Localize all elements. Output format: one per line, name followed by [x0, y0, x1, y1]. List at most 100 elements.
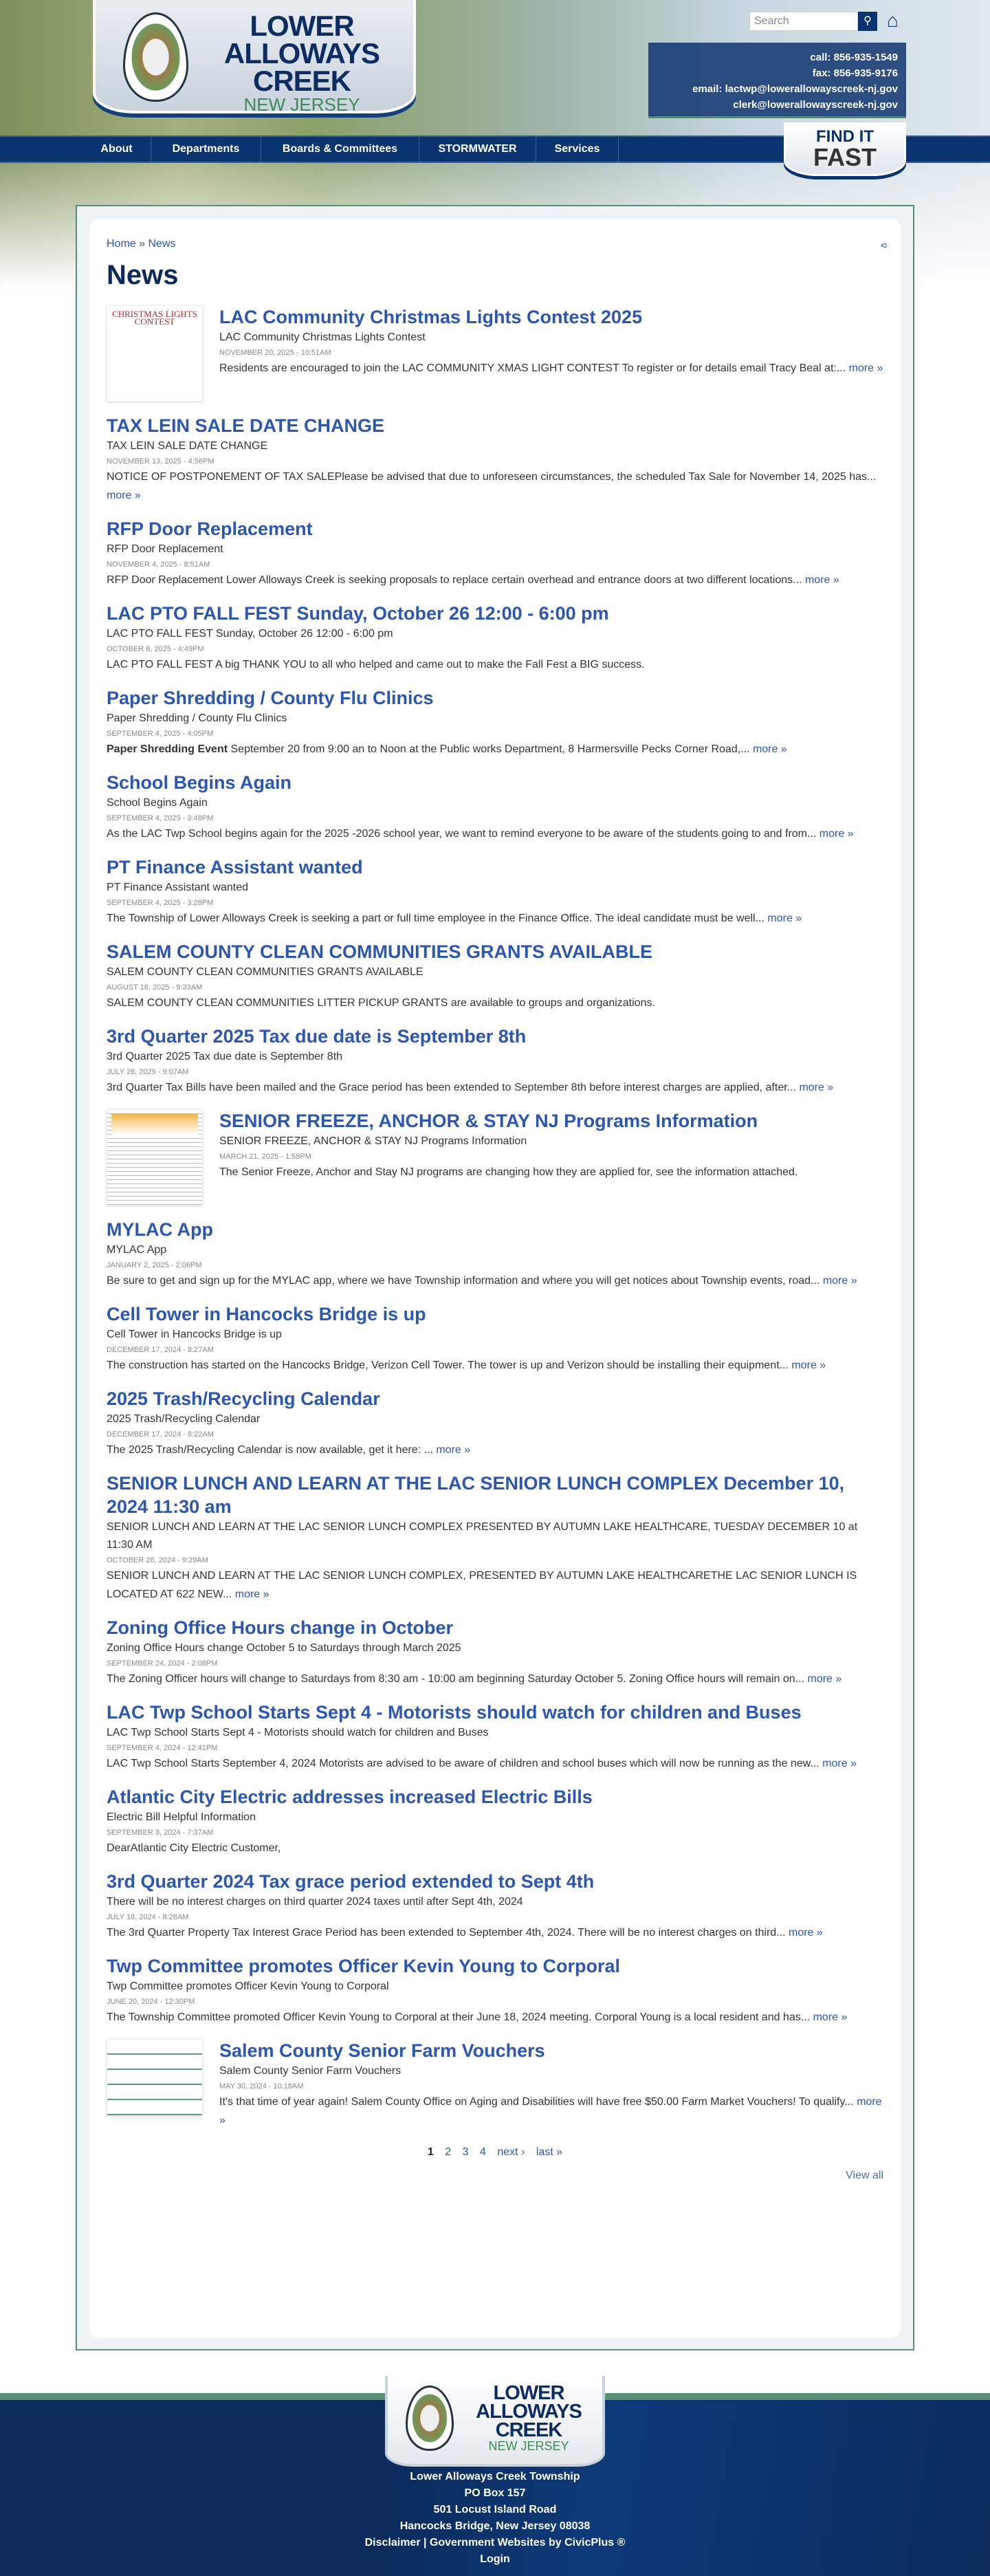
- news-thumbnail[interactable]: [107, 1109, 203, 1205]
- search-button[interactable]: ⚲: [858, 12, 877, 31]
- news-title-link[interactable]: Paper Shredding / County Flu Clinics: [107, 686, 883, 710]
- news-subtitle: Paper Shredding / County Flu Clinics: [107, 712, 287, 724]
- news-summary-bold: Paper Shredding Event: [107, 743, 228, 755]
- site-logo[interactable]: LOWER ALLOWAYS CREEK NEW JERSEY: [93, 0, 416, 113]
- news-item: LAC Twp School Starts Sept 4 - Motorists…: [107, 1701, 883, 1773]
- news-title-link[interactable]: Atlantic City Electric addresses increas…: [107, 1785, 883, 1809]
- logo-line: CREEK: [252, 65, 351, 97]
- news-date: November 20, 2025 - 10:51AM: [219, 349, 331, 357]
- news-summary: The construction has started on the Hanc…: [107, 1356, 883, 1375]
- logo-line: LOWER: [493, 2382, 565, 2404]
- news-summary: The Zoning Officer hours will change to …: [107, 1670, 883, 1688]
- news-item: RFP Door Replacement RFP Door Replacement…: [107, 517, 883, 589]
- footer-line: Lower Alloways Creek Township: [410, 2471, 580, 2482]
- read-more-link[interactable]: more »: [820, 828, 854, 840]
- news-title-link[interactable]: LAC PTO FALL FEST Sunday, October 26 12:…: [107, 602, 883, 625]
- nav-boards-committees[interactable]: Boards & Committees: [261, 137, 419, 162]
- nav-about[interactable]: About: [82, 137, 151, 162]
- news-title-link[interactable]: SENIOR LUNCH AND LEARN AT THE LAC SENIOR…: [107, 1472, 883, 1518]
- logo-line: ALLOWAYS: [476, 2401, 582, 2423]
- news-date: August 18, 2025 - 9:33AM: [107, 983, 203, 992]
- contact-email[interactable]: email: lactwp@lowerallowayscreek-nj.gov: [657, 81, 898, 97]
- contact-phone[interactable]: call: 856-935-1549: [657, 50, 898, 65]
- civicplus-link[interactable]: Government Websites by CivicPlus ®: [430, 2537, 625, 2548]
- last-page[interactable]: last »: [536, 2146, 562, 2158]
- news-subtitle: Twp Committee promotes Officer Kevin You…: [107, 1980, 389, 1992]
- content-card: Home » News ⪦ News CHRISTMAS LIGHTS CONT…: [76, 205, 914, 2350]
- news-title-link[interactable]: PT Finance Assistant wanted: [107, 855, 883, 879]
- news-title-link[interactable]: MYLAC App: [107, 1218, 883, 1241]
- news-item: Paper Shredding / County Flu Clinics Pape…: [107, 686, 883, 758]
- read-more-link[interactable]: more »: [799, 1082, 833, 1093]
- news-title-link[interactable]: SALEM COUNTY CLEAN COMMUNITIES GRANTS AV…: [107, 940, 883, 963]
- news-date: December 17, 2024 - 8:27AM: [107, 1346, 214, 1354]
- news-summary: The Township Committee promoted Officer …: [107, 2008, 883, 2027]
- find-it-fast-button[interactable]: FIND IT FAST: [784, 122, 906, 176]
- news-date: January 2, 2025 - 2:06PM: [107, 1261, 202, 1269]
- logo-state: NEW JERSEY: [243, 94, 360, 115]
- breadcrumb-home[interactable]: Home: [107, 238, 136, 250]
- footer-sep: |: [420, 2537, 430, 2548]
- news-subtitle: LAC Community Christmas Lights Contest: [219, 331, 426, 343]
- disclaimer-link[interactable]: Disclaimer: [365, 2537, 421, 2548]
- read-more-link[interactable]: more »: [436, 1444, 470, 1456]
- news-title-link[interactable]: 2025 Trash/Recycling Calendar: [107, 1387, 883, 1410]
- news-title-link[interactable]: Twp Committee promotes Officer Kevin You…: [107, 1954, 883, 1978]
- news-title-link[interactable]: School Begins Again: [107, 771, 883, 794]
- news-subtitle: RFP Door Replacement: [107, 543, 223, 555]
- share-icon[interactable]: ⪦: [881, 239, 887, 252]
- news-item: TAX LEIN SALE DATE CHANGE TAX LEIN SALE D…: [107, 414, 883, 505]
- read-more-link[interactable]: more »: [805, 574, 839, 586]
- news-title-link[interactable]: LAC Twp School Starts Sept 4 - Motorists…: [107, 1701, 883, 1724]
- read-more-link[interactable]: more »: [789, 1927, 823, 1939]
- read-more-link[interactable]: more »: [808, 1673, 842, 1685]
- news-thumbnail[interactable]: [107, 2039, 203, 2116]
- footer-logo[interactable]: LOWER ALLOWAYS CREEK NEW JERSEY: [385, 2376, 605, 2467]
- logo-line: LOWER: [250, 10, 354, 42]
- news-date: September 4, 2025 - 4:05PM: [107, 730, 214, 738]
- footer-address: Lower Alloways Creek Township PO Box 157…: [0, 2469, 990, 2568]
- breadcrumb-current[interactable]: News: [148, 238, 175, 250]
- read-more-link[interactable]: more »: [767, 913, 802, 924]
- read-more-link[interactable]: more »: [235, 1589, 270, 1600]
- news-title-link[interactable]: LAC Community Christmas Lights Contest 2…: [219, 305, 883, 329]
- page-3[interactable]: 3: [463, 2146, 469, 2158]
- news-summary: LAC Twp School Starts September 4, 2024 …: [107, 1754, 883, 1773]
- footer-line: PO Box 157: [464, 2487, 526, 2499]
- read-more-link[interactable]: more »: [753, 743, 787, 755]
- page-1[interactable]: 1: [428, 2146, 434, 2158]
- nav-services[interactable]: Services: [536, 137, 619, 162]
- news-summary: Paper Shredding Event September 20 from …: [107, 740, 883, 758]
- news-thumbnail[interactable]: CHRISTMAS LIGHTS CONTEST: [107, 305, 203, 402]
- contact-clerk-email[interactable]: clerk@lowerallowayscreek-nj.gov: [657, 97, 898, 113]
- news-summary: As the LAC Twp School begins again for t…: [107, 825, 883, 843]
- home-icon[interactable]: ⌂: [887, 10, 908, 31]
- view-all-link[interactable]: View all: [107, 2170, 883, 2182]
- read-more-link[interactable]: more »: [107, 490, 141, 501]
- news-title-link[interactable]: RFP Door Replacement: [107, 517, 883, 541]
- read-more-link[interactable]: more »: [822, 1758, 857, 1769]
- news-title-link[interactable]: Salem County Senior Farm Vouchers: [219, 2039, 883, 2062]
- find-it-fast-label: FAST: [813, 143, 877, 171]
- news-title-link[interactable]: Cell Tower in Hancocks Bridge is up: [107, 1302, 883, 1326]
- page-4[interactable]: 4: [480, 2146, 486, 2158]
- news-title-link[interactable]: 3rd Quarter 2025 Tax due date is Septemb…: [107, 1025, 883, 1048]
- search-input[interactable]: Search: [749, 12, 858, 31]
- read-more-link[interactable]: more »: [813, 2011, 848, 2023]
- nav-departments[interactable]: Departments: [151, 137, 261, 162]
- page-2[interactable]: 2: [445, 2146, 451, 2158]
- news-title-link[interactable]: SENIOR FREEZE, ANCHOR & STAY NJ Programs…: [219, 1109, 883, 1133]
- read-more-link[interactable]: more »: [791, 1360, 826, 1371]
- news-subtitle: Electric Bill Helpful Information: [107, 1811, 256, 1823]
- read-more-link[interactable]: more »: [849, 362, 883, 374]
- read-more-link[interactable]: more »: [823, 1275, 857, 1287]
- news-date: July 28, 2025 - 9:07AM: [107, 1068, 189, 1076]
- nav-stormwater[interactable]: STORMWATER: [419, 137, 536, 162]
- login-link[interactable]: Login: [480, 2553, 510, 2565]
- next-page[interactable]: next ›: [497, 2146, 525, 2158]
- news-summary-text: 3rd Quarter Tax Bills have been mailed a…: [107, 1082, 796, 1093]
- news-list: CHRISTMAS LIGHTS CONTEST LAC Community Ch…: [107, 305, 883, 2130]
- news-title-link[interactable]: 3rd Quarter 2024 Tax grace period extend…: [107, 1870, 883, 1893]
- news-title-link[interactable]: TAX LEIN SALE DATE CHANGE: [107, 414, 883, 437]
- news-title-link[interactable]: Zoning Office Hours change in October: [107, 1616, 883, 1639]
